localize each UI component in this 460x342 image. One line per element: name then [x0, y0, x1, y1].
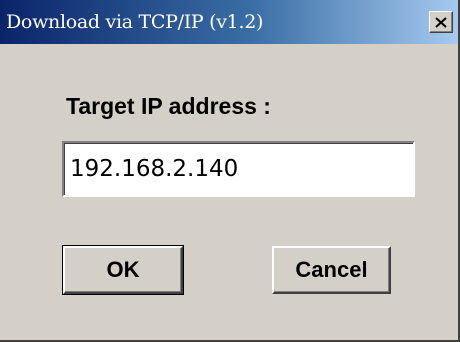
ok-button[interactable]: OK — [62, 245, 184, 295]
cancel-button[interactable]: Cancel — [272, 246, 391, 294]
target-ip-label: Target IP address : — [66, 93, 271, 119]
download-dialog: Download via TCP/IP (v1.2) Target IP add… — [0, 0, 460, 342]
close-button[interactable] — [429, 11, 453, 33]
window-title: Download via TCP/IP (v1.2) — [6, 11, 264, 33]
target-ip-input[interactable] — [62, 141, 415, 197]
title-bar[interactable]: Download via TCP/IP (v1.2) — [0, 0, 458, 44]
close-icon — [435, 16, 447, 28]
